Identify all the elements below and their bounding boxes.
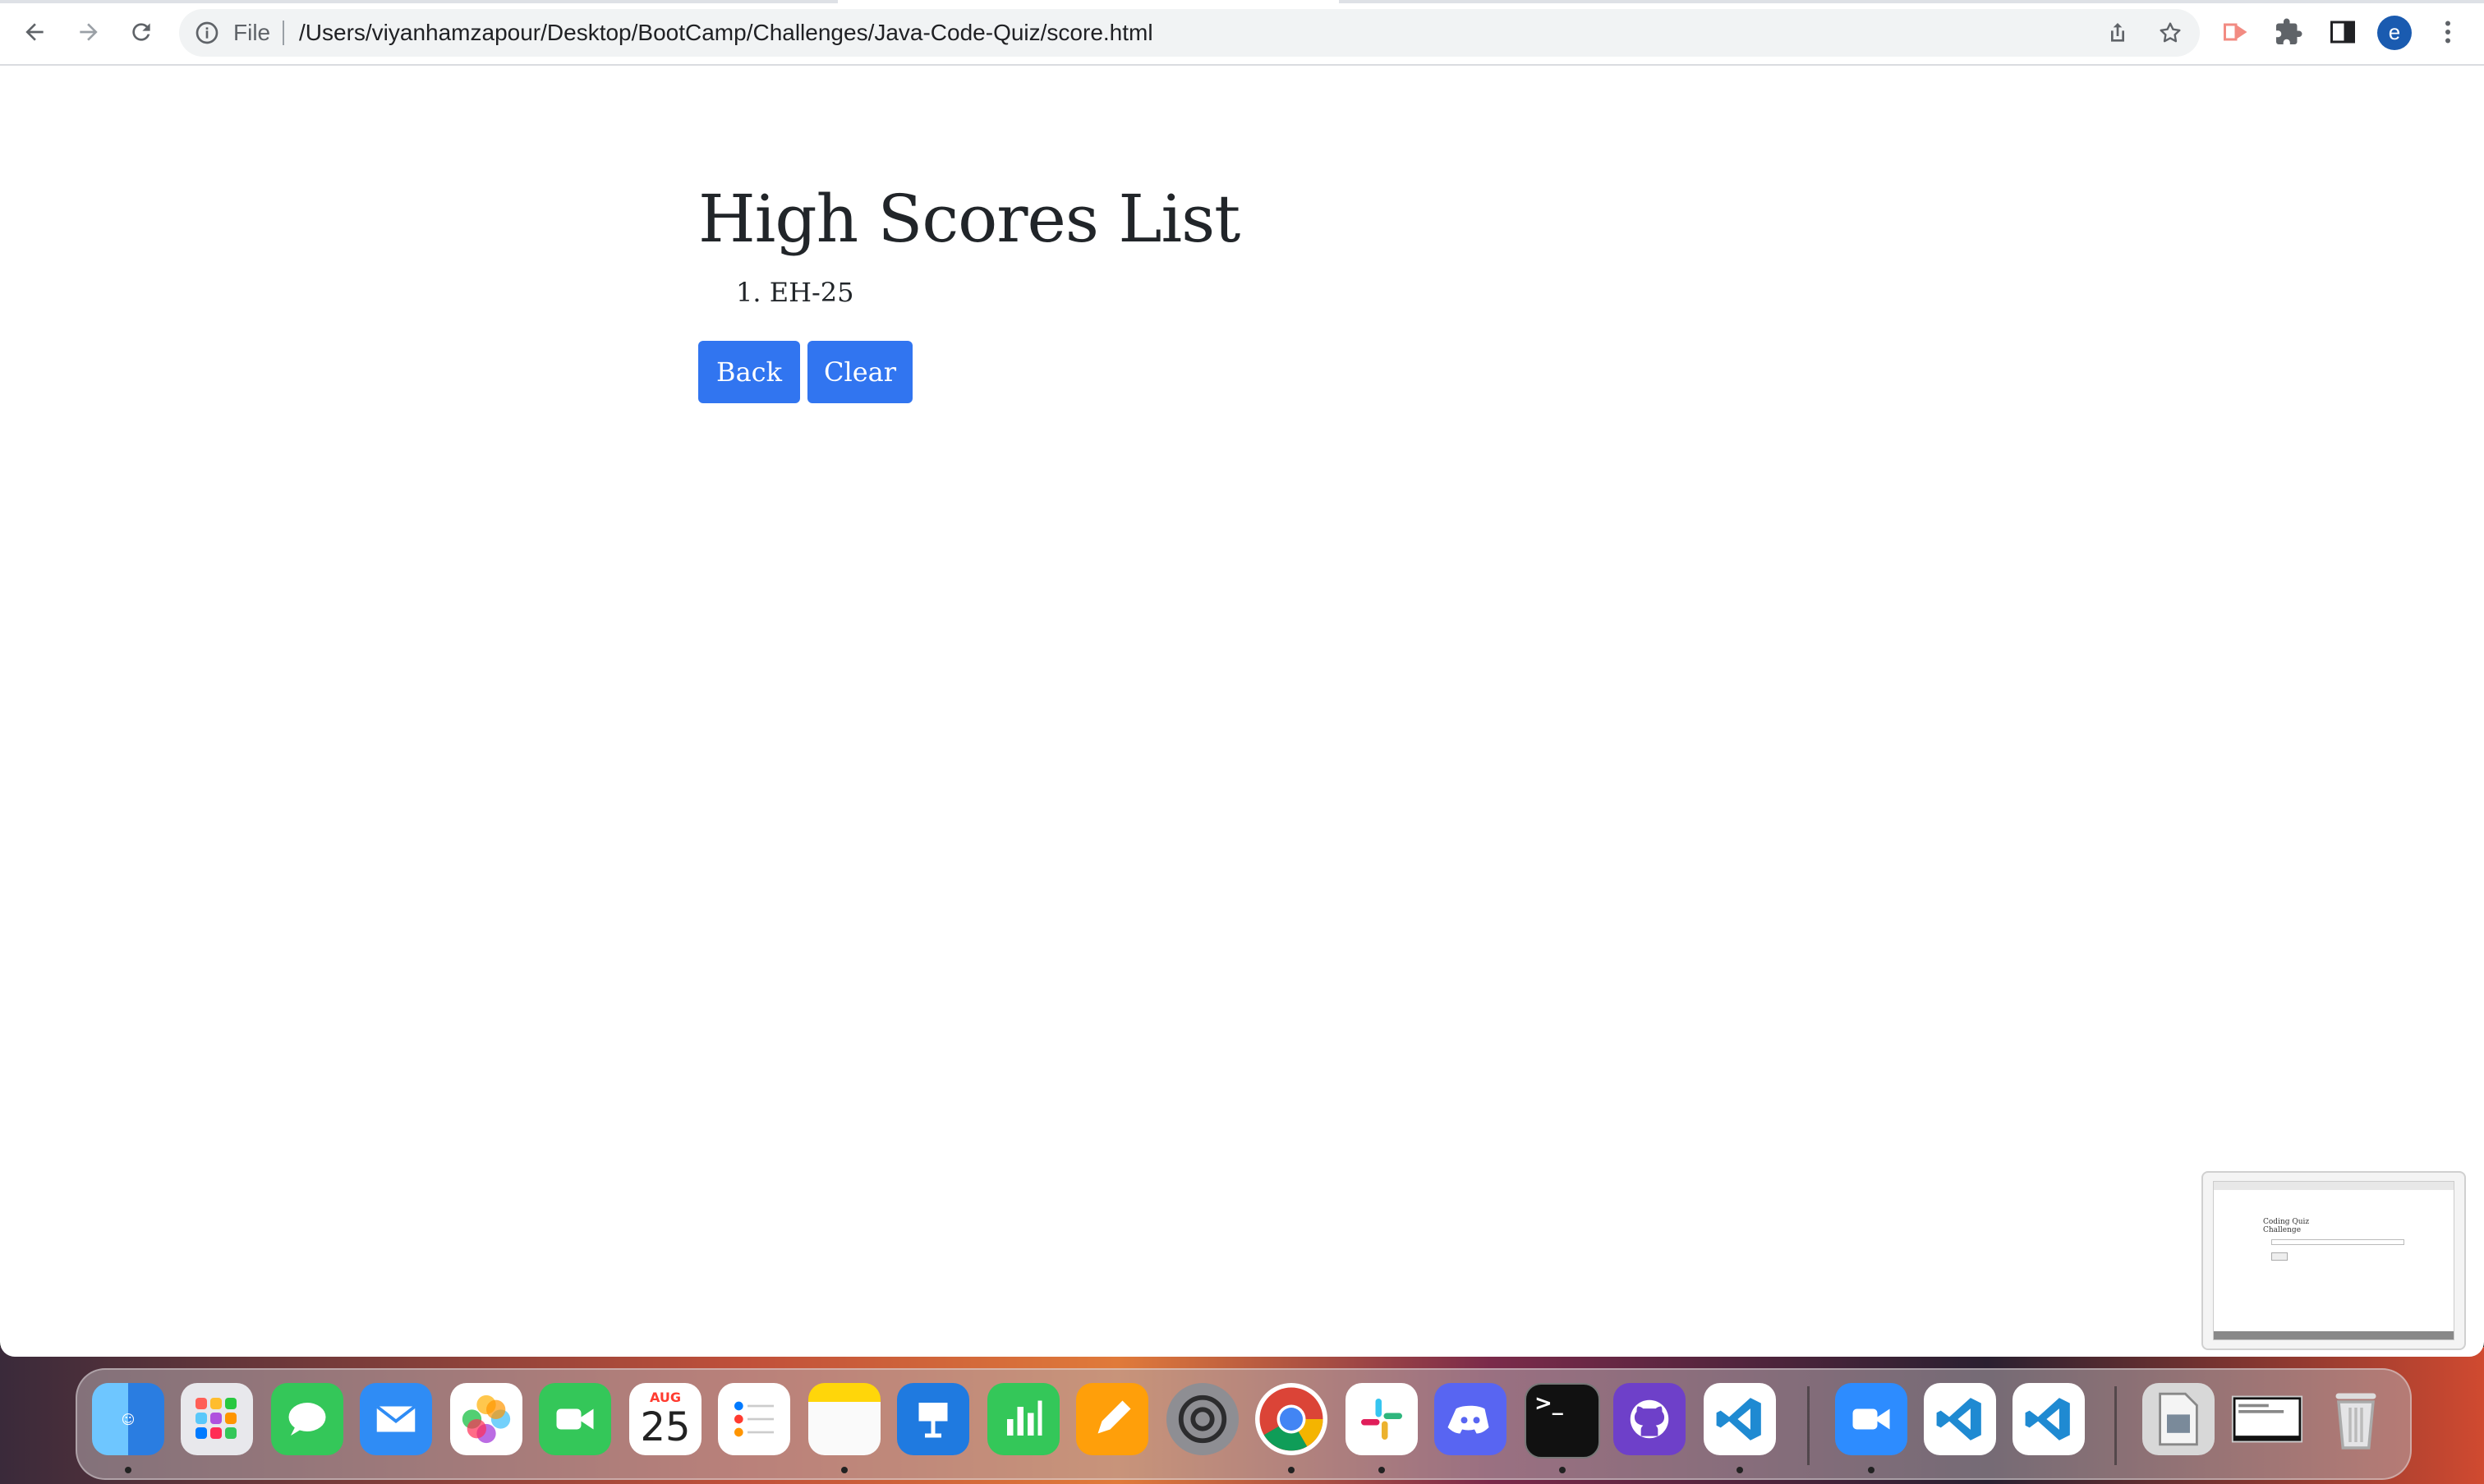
- launchpad-icon[interactable]: [181, 1383, 253, 1455]
- thumbnail-button: [2271, 1252, 2288, 1261]
- high-scores-list: 1. EH-25: [736, 274, 854, 310]
- envelope-icon: [375, 1404, 416, 1432]
- profile-avatar[interactable]: e: [2377, 16, 2412, 50]
- vscode-icon-3[interactable]: [2012, 1383, 2085, 1455]
- chrome-icon[interactable]: [1255, 1383, 1327, 1455]
- running-indicator: [125, 1467, 131, 1473]
- thumbnail-title-line2: Challenge: [2263, 1226, 2302, 1234]
- document-icon: [2159, 1392, 2198, 1446]
- discord-icon[interactable]: [1434, 1383, 1506, 1455]
- reload-button[interactable]: [125, 16, 158, 48]
- messages-icon[interactable]: [271, 1383, 343, 1455]
- forward-button[interactable]: [72, 16, 105, 48]
- keynote-icon[interactable]: [897, 1383, 969, 1455]
- calendar-day: 25: [640, 1404, 691, 1450]
- dock-separator: [1807, 1386, 1810, 1465]
- score-index: 1.: [736, 277, 770, 308]
- reload-icon: [132, 23, 150, 41]
- thumbnail-dock: [2214, 1331, 2454, 1339]
- zoom-icon[interactable]: [1835, 1383, 1907, 1455]
- discord-logo-icon: [1447, 1405, 1489, 1434]
- address-bar[interactable]: File /Users/viyanhamzapour/Desktop/BootC…: [179, 9, 2200, 57]
- clear-button[interactable]: Clear: [807, 341, 913, 403]
- score-entry: EH-25: [769, 277, 854, 308]
- thumbnail-input: [2271, 1239, 2404, 1245]
- finder-icon[interactable]: ☺: [92, 1383, 164, 1455]
- thumbnail-preview: Coding Quiz Challenge: [2213, 1181, 2454, 1340]
- thumbnail-title-line1: Coding Quiz: [2263, 1218, 2310, 1226]
- forward-arrow-icon: [80, 23, 98, 41]
- puzzle-icon[interactable]: [2274, 17, 2303, 47]
- back-button[interactable]: [18, 16, 51, 48]
- browser-toolbar: File /Users/viyanhamzapour/Desktop/BootC…: [0, 0, 2484, 66]
- calendar-month: AUG: [649, 1390, 681, 1405]
- browser-window: File /Users/viyanhamzapour/Desktop/BootC…: [0, 0, 2484, 1357]
- running-indicator: [1736, 1467, 1743, 1473]
- gear-icon: [1178, 1394, 1227, 1444]
- slack-icon[interactable]: [1346, 1383, 1418, 1455]
- preview-icon[interactable]: [2142, 1383, 2215, 1455]
- launchpad-grid-icon: [196, 1398, 237, 1439]
- running-indicator: [841, 1467, 848, 1473]
- pages-icon[interactable]: [1076, 1383, 1148, 1455]
- chrome-logo-icon: [1259, 1387, 1323, 1451]
- running-indicator: [1868, 1467, 1874, 1473]
- running-indicator: [1378, 1467, 1385, 1473]
- url-text[interactable]: /Users/viyanhamzapour/Desktop/BootCamp/C…: [299, 9, 1153, 57]
- vscode-icon[interactable]: [1704, 1383, 1776, 1455]
- vscode-icon-2[interactable]: [1924, 1383, 1996, 1455]
- back-page-button[interactable]: Back: [698, 341, 800, 403]
- score-item: 1. EH-25: [736, 274, 854, 310]
- trash-can-icon: [2335, 1393, 2376, 1450]
- screen-thumbnail-icon: [2231, 1395, 2303, 1443]
- podium-icon: [918, 1403, 948, 1438]
- terminal-icon[interactable]: >_: [1525, 1383, 1600, 1459]
- screenshot-thumbnail[interactable]: Coding Quiz Challenge: [2201, 1171, 2466, 1350]
- github-desktop-icon[interactable]: [1613, 1383, 1686, 1455]
- running-indicator: [1559, 1467, 1566, 1473]
- macos-dock: ☺ AUG 25 >_: [76, 1368, 2412, 1480]
- photos-icon[interactable]: [450, 1383, 522, 1455]
- cast-icon[interactable]: [2221, 17, 2251, 47]
- terminal-prompt: >_: [1534, 1391, 1563, 1416]
- vscode-logo-icon: [2025, 1398, 2070, 1440]
- star-icon[interactable]: [2157, 20, 2183, 46]
- info-icon[interactable]: [194, 20, 220, 46]
- pen-icon: [1097, 1400, 1131, 1434]
- facetime-icon[interactable]: [539, 1383, 611, 1455]
- page-content: High Scores List 1. EH-25 Back Clear: [0, 66, 2484, 1357]
- side-panel-icon[interactable]: [2328, 17, 2358, 47]
- kebab-menu-icon[interactable]: [2433, 17, 2463, 47]
- share-icon[interactable]: [2104, 20, 2131, 46]
- speech-bubble-icon: [288, 1403, 326, 1436]
- system-preferences-icon[interactable]: [1166, 1383, 1239, 1455]
- vscode-logo-icon: [1716, 1398, 1761, 1440]
- reminders-icon[interactable]: [718, 1383, 790, 1455]
- flower-icon: [462, 1394, 511, 1444]
- numbers-icon[interactable]: [987, 1383, 1060, 1455]
- thumbnail-title: Coding Quiz Challenge: [2263, 1218, 2309, 1234]
- scheme-label: File: [233, 20, 271, 45]
- notes-icon[interactable]: [808, 1383, 881, 1455]
- page-title: High Scores List: [698, 181, 1240, 257]
- tab-strip-edge: [1339, 0, 2484, 3]
- calendar-icon[interactable]: AUG 25: [629, 1383, 702, 1455]
- back-arrow-icon: [25, 23, 44, 41]
- trash-icon[interactable]: [2320, 1383, 2392, 1455]
- address-separator: [283, 21, 284, 45]
- zoom-camera-icon: [1852, 1408, 1890, 1430]
- thumbnail-toolbar: [2214, 1182, 2454, 1190]
- tab-strip-edge: [0, 0, 838, 3]
- mail-icon[interactable]: [360, 1383, 432, 1455]
- screenshot-file-icon[interactable]: [2231, 1383, 2303, 1455]
- running-indicator: [1288, 1467, 1295, 1473]
- checklist-icon: [734, 1401, 774, 1437]
- dock-separator: [2114, 1386, 2117, 1465]
- slack-logo-icon: [1361, 1399, 1402, 1440]
- video-camera-icon: [556, 1408, 594, 1430]
- vscode-logo-icon: [1936, 1398, 1981, 1440]
- bar-chart-icon: [1007, 1400, 1042, 1436]
- github-cat-icon: [1630, 1399, 1669, 1439]
